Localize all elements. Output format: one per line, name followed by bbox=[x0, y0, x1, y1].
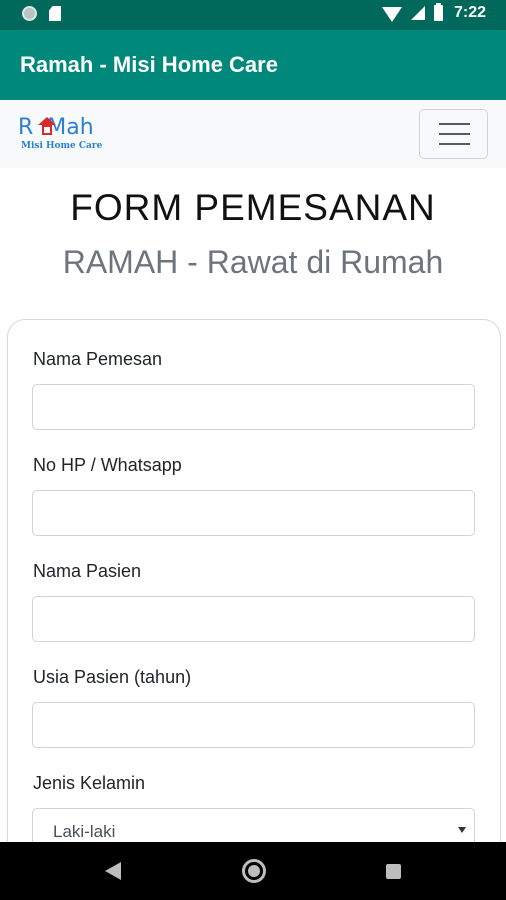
label-nama-pemesan: Nama Pemesan bbox=[33, 349, 163, 369]
status-right-icons: 7:22 bbox=[381, 3, 486, 22]
form-title: FORM PEMESANAN bbox=[70, 187, 436, 228]
cell-signal-icon bbox=[410, 6, 425, 20]
nama-pemesan-input[interactable] bbox=[32, 384, 475, 430]
hamburger-icon-bar bbox=[439, 143, 470, 145]
app-bar: Ramah - Misi Home Care bbox=[0, 30, 506, 100]
jenis-kelamin-selected-value: Laki-laki bbox=[53, 822, 116, 841]
logo-subtitle: Misi Home Care bbox=[21, 141, 103, 151]
system-navigation-bar bbox=[0, 842, 506, 900]
no-hp-input[interactable] bbox=[32, 490, 475, 536]
usia-pasien-input[interactable] bbox=[32, 702, 475, 748]
back-icon[interactable] bbox=[105, 862, 121, 880]
chevron-down-icon bbox=[458, 827, 466, 833]
nama-pasien-input[interactable] bbox=[32, 596, 475, 642]
label-jenis-kelamin: Jenis Kelamin bbox=[33, 773, 146, 793]
label-usia-pasien: Usia Pasien (tahun) bbox=[33, 667, 192, 687]
status-time: 7:22 bbox=[453, 4, 486, 21]
recent-apps-icon[interactable] bbox=[386, 864, 401, 879]
hamburger-icon bbox=[439, 123, 470, 125]
app-title: Ramah - Misi Home Care bbox=[20, 52, 278, 77]
ramah-logo[interactable]: R Mah Misi Home Care bbox=[18, 115, 118, 155]
house-icon bbox=[38, 117, 56, 135]
label-nama-pasien: Nama Pasien bbox=[33, 561, 142, 581]
battery-icon bbox=[433, 3, 443, 21]
home-icon[interactable] bbox=[242, 859, 266, 883]
status-left-icons bbox=[22, 6, 61, 21]
form-subtitle: RAMAH - Rawat di Rumah bbox=[62, 244, 444, 280]
sd-card-icon bbox=[49, 6, 61, 21]
notification-dot-icon bbox=[22, 6, 37, 21]
label-no-hp: No HP / Whatsapp bbox=[33, 455, 182, 475]
hamburger-icon-bar bbox=[439, 133, 470, 135]
navbar-toggler-button[interactable] bbox=[419, 109, 488, 159]
wifi-icon bbox=[381, 6, 402, 22]
status-bar: 7:22 bbox=[0, 0, 506, 30]
